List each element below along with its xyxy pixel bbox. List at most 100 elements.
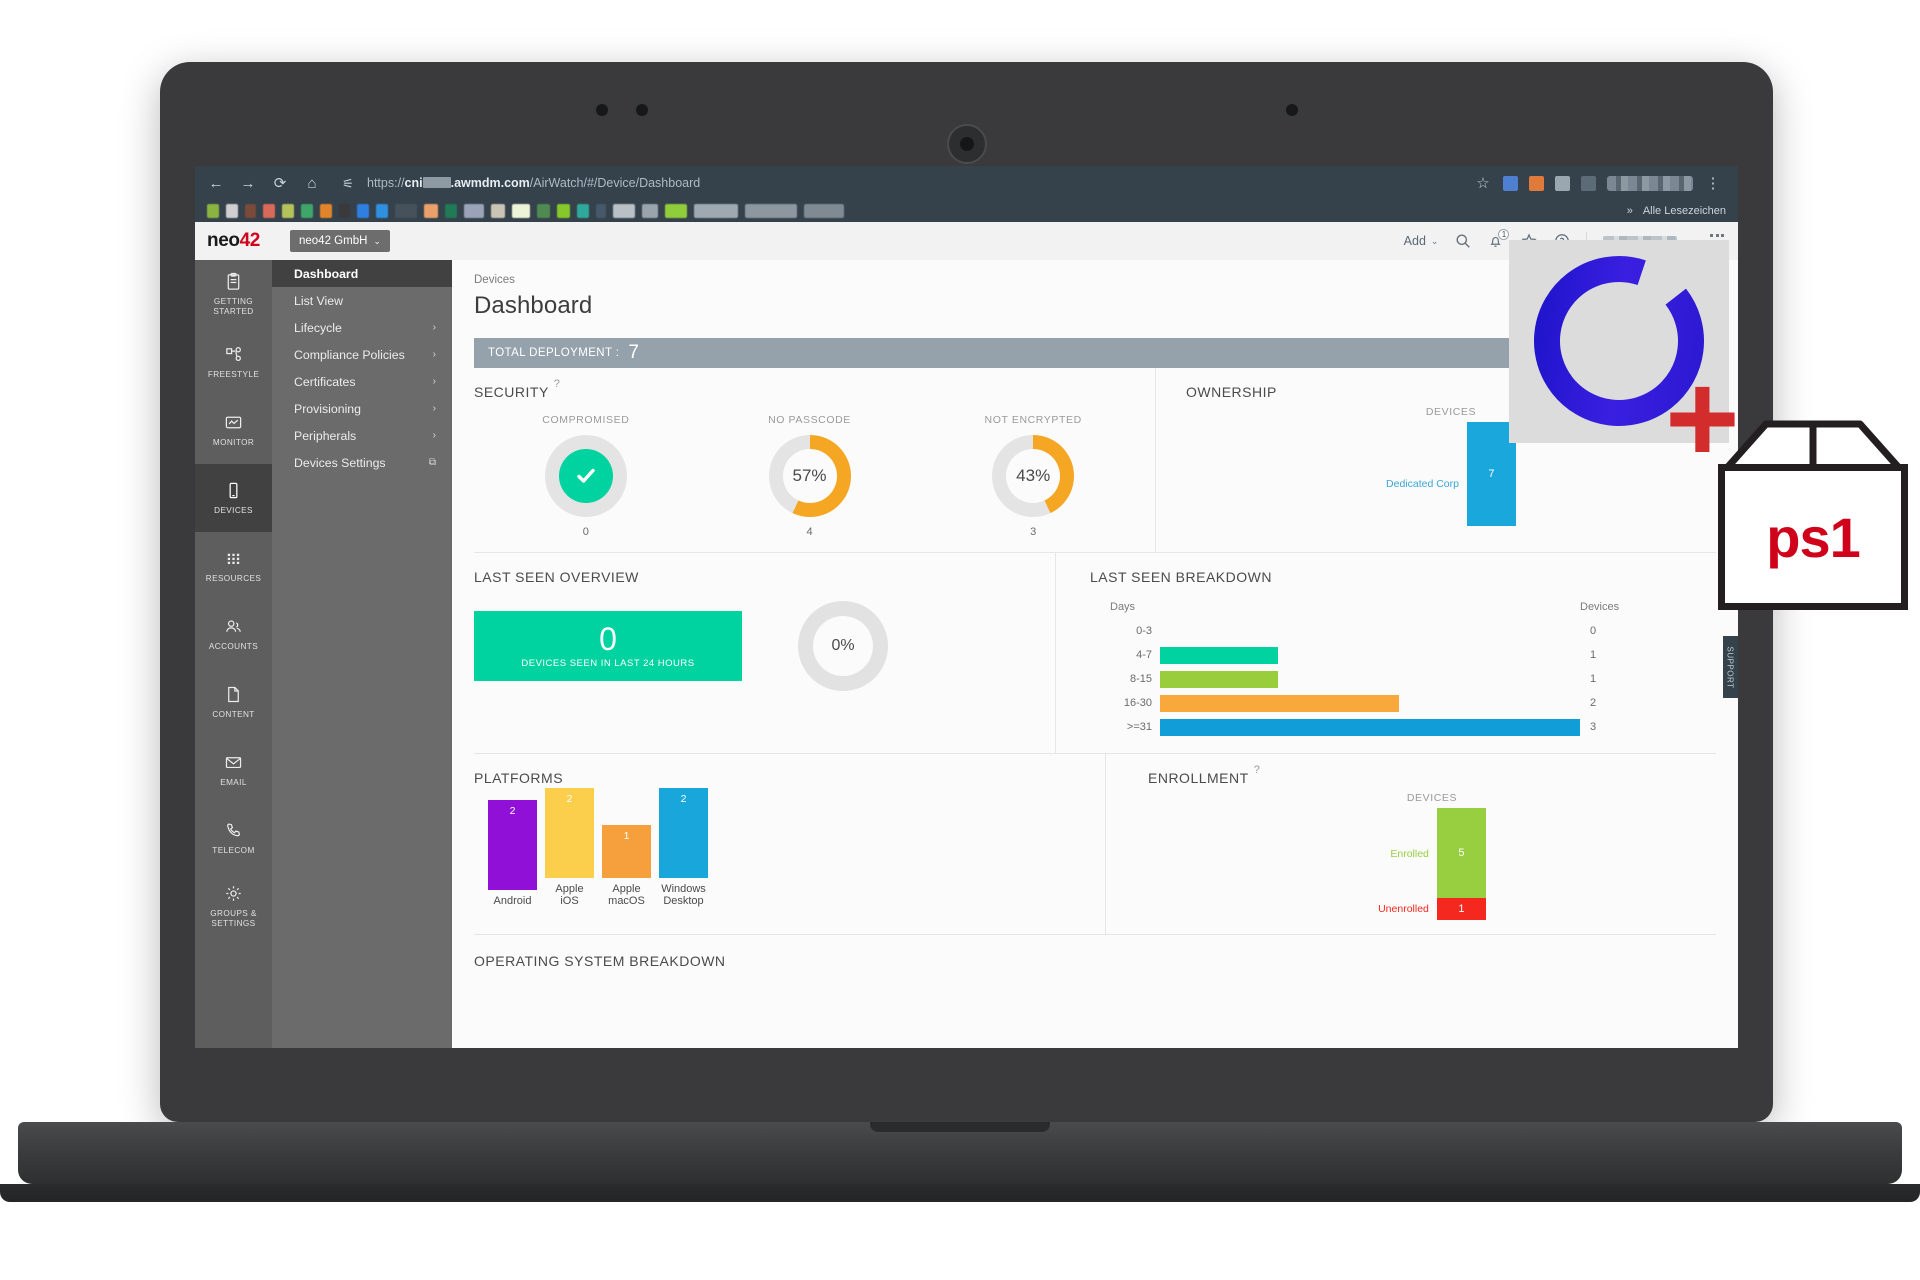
bar-value: 7 (1488, 468, 1495, 480)
back-arrow-icon[interactable]: ← (207, 174, 225, 192)
bookmark-item[interactable] (491, 204, 505, 218)
submenu-item-certificates[interactable]: Certificates › (272, 368, 452, 395)
enrollment-segment-enrolled[interactable]: 5 (1436, 808, 1486, 898)
last-seen-donut[interactable]: 0% (798, 601, 888, 691)
extension-icon[interactable] (1555, 175, 1570, 191)
sidebar-item-telecom[interactable]: TELECOM (195, 804, 272, 872)
table-row[interactable]: 16-30 2 (1090, 691, 1630, 715)
enrollment-card: ENROLLMENT ? DEVICES Enrolled Unenrolled (1106, 754, 1716, 934)
bookmark-item[interactable] (804, 204, 844, 218)
bar-track (1160, 646, 1580, 664)
platform-bar-windows-desktop[interactable]: 2 Windows Desktop (659, 787, 708, 908)
sidebar-item-getting-started[interactable]: GETTING STARTED (195, 260, 272, 328)
platform-bar-apple-ios[interactable]: 2 Apple iOS (545, 787, 594, 908)
help-icon[interactable]: ? (1254, 764, 1261, 776)
submenu-item-lifecycle[interactable]: Lifecycle › (272, 314, 452, 341)
bookmark-item[interactable] (282, 204, 294, 218)
enrollment-segment-unenrolled[interactable]: 1 (1436, 898, 1486, 920)
url-text: https://cni .awmdm.com/AirWatch/#/Device/… (367, 176, 701, 190)
submenu-item-compliance-policies[interactable]: Compliance Policies › (272, 341, 452, 368)
bookmark-item[interactable] (376, 204, 388, 218)
sidebar-item-groups-settings[interactable]: GROUPS & SETTINGS (195, 872, 272, 940)
submenu-item-list-view[interactable]: List View (272, 287, 452, 314)
sidebar-item-email[interactable]: EMAIL (195, 736, 272, 804)
table-row[interactable]: >=31 3 (1090, 715, 1630, 739)
bookmark-item[interactable] (339, 204, 350, 218)
star-icon[interactable]: ☆ (1474, 174, 1492, 192)
bookmark-item[interactable] (207, 204, 219, 218)
check-icon (558, 449, 613, 503)
bookmark-item[interactable] (245, 204, 256, 218)
devices-seen-tile[interactable]: 0 DEVICES SEEN IN LAST 24 HOURS (474, 611, 742, 681)
donut-chart[interactable]: 57% (768, 435, 851, 517)
enrollment-label-enrolled[interactable]: Enrolled (1390, 810, 1429, 898)
table-row[interactable]: 4-7 1 (1090, 643, 1630, 667)
metric-count: 3 (1030, 526, 1037, 538)
bookmark-item[interactable] (357, 204, 369, 218)
camera-dot (636, 104, 648, 116)
bookmark-item[interactable] (694, 204, 738, 218)
submenu-label: Provisioning (294, 401, 361, 416)
sidebar-item-freestyle[interactable]: FREESTYLE (195, 328, 272, 396)
sidebar-item-content[interactable]: CONTENT (195, 668, 272, 736)
bookmark-item[interactable] (301, 204, 313, 218)
reload-icon[interactable]: ⟳ (271, 174, 289, 192)
platform-bar-android[interactable]: 2 Android (488, 800, 537, 908)
bookmark-item[interactable] (395, 204, 417, 218)
submenu-item-devices-settings[interactable]: Devices Settings ⧉ (272, 449, 452, 476)
extension-icon[interactable] (1581, 175, 1596, 191)
bell-icon[interactable]: 1 (1487, 228, 1510, 250)
donut-chart[interactable]: 43% (992, 435, 1075, 517)
bookmark-item[interactable] (557, 204, 570, 218)
add-button[interactable]: Add ⌄ (1404, 234, 1439, 248)
bookmark-item[interactable] (512, 204, 530, 218)
bookmark-item[interactable] (613, 204, 635, 218)
sidebar-label: MONITOR (212, 437, 255, 447)
url-redaction (422, 177, 451, 188)
ownership-label[interactable]: Dedicated Corp (1386, 478, 1459, 526)
address-bar[interactable]: ⚟ https://cni .awmdm.com/AirWatch/#/Devic… (335, 171, 1460, 195)
bookmark-item[interactable] (596, 204, 606, 218)
extension-icon[interactable] (1529, 175, 1544, 191)
profile-chip[interactable] (1607, 175, 1693, 191)
sidebar-item-monitor[interactable]: MONITOR (195, 396, 272, 464)
kebab-menu-icon[interactable]: ⋮ (1704, 174, 1722, 192)
brand-bar: neo42 (195, 222, 272, 260)
search-icon[interactable] (1454, 233, 1471, 250)
bookmark-item[interactable] (577, 204, 589, 218)
submenu-item-provisioning[interactable]: Provisioning › (272, 395, 452, 422)
submenu-item-peripherals[interactable]: Peripherals › (272, 422, 452, 449)
bookmark-item[interactable] (320, 204, 332, 218)
help-icon[interactable]: ? (554, 378, 561, 390)
all-bookmarks-label[interactable]: Alle Lesezeichen (1643, 205, 1726, 217)
extension-icon[interactable] (1503, 175, 1518, 191)
bookmark-item[interactable] (445, 204, 457, 218)
platform-bar-apple-macos[interactable]: 1 Apple macOS (602, 824, 651, 908)
table-row[interactable]: 0-3 0 (1090, 619, 1630, 643)
tune-icon[interactable]: ⚟ (339, 174, 357, 192)
column-header-devices: Devices (1580, 601, 1620, 613)
sidebar-item-devices[interactable]: DEVICES (195, 464, 272, 532)
sidebar-item-accounts[interactable]: ACCOUNTS (195, 600, 272, 668)
bookmark-item[interactable] (464, 204, 484, 218)
bookmark-item[interactable] (263, 204, 275, 218)
bookmarks-overflow-icon[interactable]: » (1627, 205, 1633, 217)
bookmark-item[interactable] (642, 204, 658, 218)
sidebar-item-resources[interactable]: RESOURCES (195, 532, 272, 600)
forward-arrow-icon[interactable]: → (239, 174, 257, 192)
table-row[interactable]: 8-15 1 (1090, 667, 1630, 691)
bookmark-item[interactable] (745, 204, 797, 218)
bookmark-item[interactable] (665, 204, 687, 218)
support-tab[interactable]: SUPPORT (1723, 636, 1738, 698)
bookmark-item[interactable] (424, 204, 438, 218)
segment-value: 5 (1458, 847, 1465, 859)
org-group-selector[interactable]: neo42 GmbH ⌄ (290, 230, 390, 252)
bookmark-item[interactable] (537, 204, 550, 218)
bar: 2 (659, 787, 708, 878)
org-group-label: neo42 GmbH (299, 235, 368, 247)
donut-chart[interactable] (544, 435, 627, 517)
enrollment-label-unenrolled[interactable]: Unenrolled (1378, 898, 1429, 920)
submenu-item-dashboard[interactable]: Dashboard (272, 260, 452, 287)
home-icon[interactable]: ⌂ (303, 174, 321, 192)
bookmark-item[interactable] (226, 204, 238, 218)
